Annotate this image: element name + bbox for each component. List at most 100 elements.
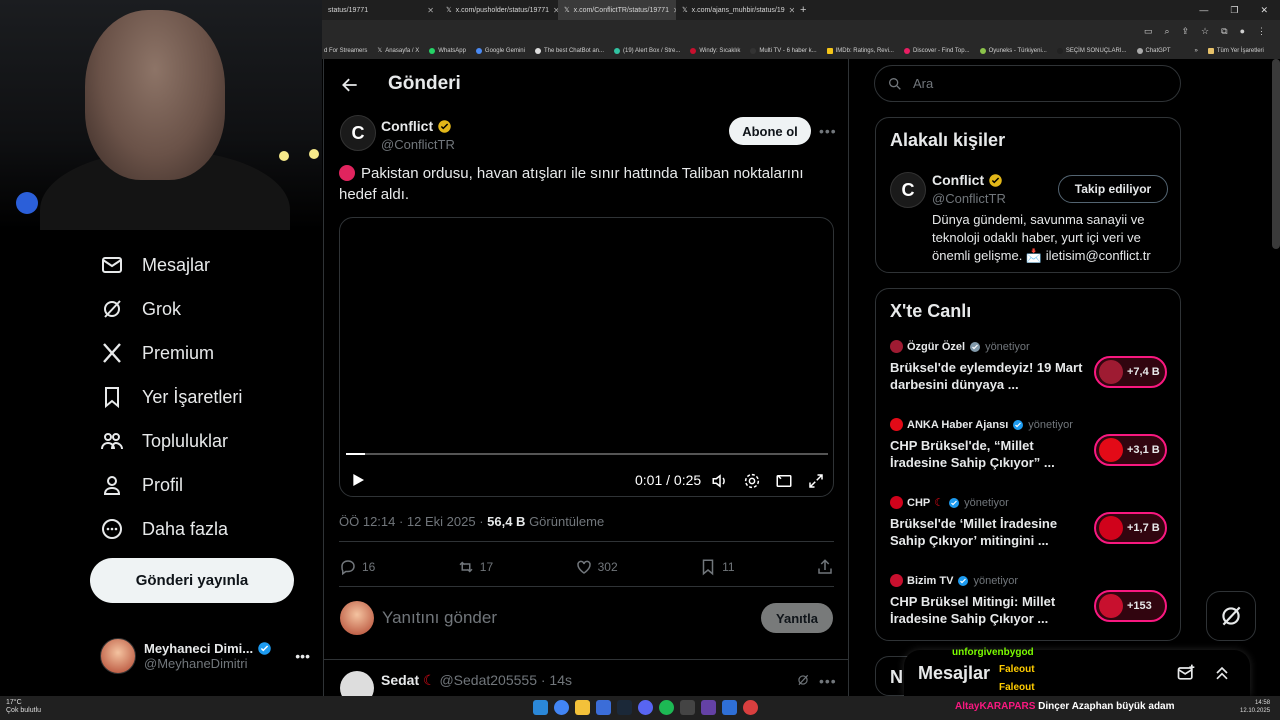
browser-tab[interactable]: 𝕏x.com/pusholder/status/19771 ✕ — [440, 0, 558, 20]
more-icon[interactable]: ••• — [819, 123, 837, 139]
system-clock[interactable]: 14:58 12.10.2025 — [1240, 699, 1270, 715]
reply-action[interactable]: 16 — [339, 558, 375, 576]
expand-up-icon[interactable] — [1212, 663, 1232, 683]
bookmark[interactable]: (19) Alert Box / Stre... — [614, 47, 680, 54]
listener-count: +1,7 B — [1127, 522, 1160, 534]
search-input[interactable]: Ara — [874, 65, 1181, 102]
back-arrow-icon[interactable] — [340, 75, 360, 95]
following-button[interactable]: Takip ediliyor — [1058, 175, 1168, 203]
subscribe-button[interactable]: Abone ol — [729, 117, 811, 145]
bookmark[interactable]: Oyuneks - Türkiyeni... — [979, 47, 1047, 54]
bookmark[interactable]: ChatGPT — [1136, 47, 1171, 54]
app-icon[interactable] — [743, 700, 758, 715]
weather-widget[interactable]: 17°C Çok bulutlu — [6, 699, 41, 715]
volume-icon[interactable] — [711, 472, 729, 490]
twitch-icon[interactable] — [701, 700, 716, 715]
grok-icon[interactable] — [796, 673, 810, 687]
author-handle[interactable]: @ConflictTR — [381, 137, 455, 152]
bookmark[interactable]: The best ChatBot an... — [534, 47, 604, 54]
nav-premium[interactable]: Premium — [100, 338, 214, 368]
live-space-item[interactable]: CHP ☾ yönetiyor Brüksel'de ‘Millet İradesi… — [890, 496, 1180, 566]
author-name-row[interactable]: Conflict — [381, 118, 452, 134]
avatar[interactable] — [340, 671, 374, 696]
browser-tab[interactable]: 𝕏x.com/ajans_muhbir/status/19 ✕ — [676, 0, 794, 20]
reply-icon — [341, 560, 355, 576]
maximize-icon[interactable]: ❐ — [1230, 5, 1238, 16]
new-message-icon[interactable] — [1176, 663, 1196, 683]
reply-input[interactable]: Yanıtını gönder — [382, 608, 497, 628]
video-progress-bar[interactable] — [346, 453, 828, 455]
bookmark[interactable]: Google Gemini — [475, 47, 525, 54]
bookmark[interactable]: WhatsApp — [429, 47, 466, 54]
minimize-icon[interactable]: — — [1199, 5, 1208, 16]
nav-profile[interactable]: Profil — [100, 470, 183, 500]
bookmark[interactable]: SEÇİM SONUÇLARI... — [1056, 47, 1127, 54]
bookmark[interactable]: IMDb: Ratings, Revi... — [826, 47, 894, 54]
share-icon — [818, 559, 832, 574]
spotify-icon[interactable] — [659, 700, 674, 715]
grok-button[interactable] — [1206, 591, 1256, 641]
more-icon[interactable]: ••• — [295, 648, 310, 664]
nav-messages[interactable]: Mesajlar — [100, 250, 210, 280]
scrollbar[interactable] — [1272, 59, 1280, 249]
chrome-icon[interactable] — [554, 700, 569, 715]
bookmark-star-icon[interactable]: ☆ — [1201, 26, 1209, 37]
live-space-item[interactable]: ANKA Haber Ajansı yönetiyor CHP Brüksel'd… — [890, 418, 1180, 488]
extensions-icon[interactable]: ⧉ — [1221, 26, 1227, 37]
app-icon[interactable] — [680, 700, 695, 715]
tab-label: status/19771 — [328, 6, 369, 14]
like-action[interactable]: 302 — [575, 558, 618, 576]
discord-icon[interactable] — [638, 700, 653, 715]
picture-in-picture-icon[interactable] — [775, 472, 793, 490]
close-window-icon[interactable]: ✕ — [1260, 5, 1268, 16]
steam-icon[interactable] — [617, 700, 632, 715]
zoom-icon[interactable]: ⌕ — [1164, 26, 1169, 37]
nav-label: Topluluklar — [142, 430, 229, 451]
bookmarks-overflow-icon[interactable]: » — [1195, 48, 1198, 54]
repost-action[interactable]: 17 — [457, 558, 493, 576]
reply-button[interactable]: Yanıtla — [761, 603, 833, 633]
bookmark[interactable]: Discover - Find Top... — [903, 47, 970, 54]
bookmark[interactable]: d For Streamers — [324, 48, 367, 54]
cast-icon[interactable]: ▭ — [1144, 26, 1153, 37]
app-icon[interactable] — [722, 700, 737, 715]
post-button[interactable]: Gönderi yayınla — [90, 558, 294, 603]
settings-gear-icon[interactable] — [743, 472, 761, 490]
video-player[interactable]: 0:01 / 0:25 — [339, 217, 834, 497]
browser-tab-active[interactable]: 𝕏x.com/ConflictTR/status/19771✕ — [558, 0, 676, 20]
nav-grok[interactable]: Grok — [100, 294, 181, 324]
more-icon[interactable]: ••• — [819, 673, 837, 689]
nav-communities[interactable]: Topluluklar — [100, 426, 228, 456]
nav-more[interactable]: Daha fazla — [100, 514, 228, 544]
browser-tab[interactable]: status/19771 ✕ — [322, 0, 440, 20]
share-action[interactable] — [816, 558, 834, 576]
windows-start-icon[interactable] — [533, 700, 548, 715]
live-space-item[interactable]: Bizim TV yönetiyor CHP Brüksel Mitingi: M… — [890, 574, 1180, 644]
avatar[interactable]: C — [890, 172, 926, 208]
account-switcher[interactable]: Meyhaneci Dimi... @MeyhaneDimitri ••• — [100, 636, 310, 676]
repost-count: 17 — [479, 560, 494, 574]
nav-bookmarks[interactable]: Yer İşaretleri — [100, 382, 242, 412]
share-icon[interactable]: ⇪ — [1182, 26, 1190, 37]
fullscreen-icon[interactable] — [807, 472, 825, 490]
drawer-actions — [1176, 663, 1250, 683]
bookmark[interactable]: Multi TV - 6 haber k... — [750, 47, 817, 54]
profile-icon[interactable]: ● — [1240, 26, 1245, 36]
related-handle[interactable]: @ConflictTR — [932, 191, 1006, 206]
menu-icon[interactable]: ⋮ — [1257, 26, 1266, 37]
author-avatar[interactable]: C — [340, 115, 376, 151]
close-icon[interactable]: ✕ — [427, 6, 434, 15]
bookmark-label: IMDb: Ratings, Revi... — [835, 47, 894, 54]
play-icon[interactable] — [350, 472, 366, 488]
file-explorer-icon[interactable] — [575, 700, 590, 715]
reply-author[interactable]: Sedat ☾ @Sedat205555 · 14s — [381, 672, 572, 689]
bookmark-action[interactable]: 11 — [699, 558, 735, 576]
live-space-item[interactable]: Özgür Özel yönetiyor Brüksel'de eylemdeyi… — [890, 340, 1180, 410]
tweet-timestamp[interactable]: ÖÖ 12:14 · 12 Eki 2025 · — [339, 514, 487, 529]
bookmark[interactable]: 𝕏 Anasayfa / X — [377, 47, 419, 55]
app-icon[interactable] — [596, 700, 611, 715]
bookmark-folder[interactable]: Tüm Yer İşaretleri — [1207, 47, 1264, 54]
related-name[interactable]: Conflict — [932, 172, 1003, 188]
bookmark[interactable]: Windy: Sıcaklık — [690, 47, 740, 54]
new-tab-icon[interactable]: + — [794, 4, 812, 16]
